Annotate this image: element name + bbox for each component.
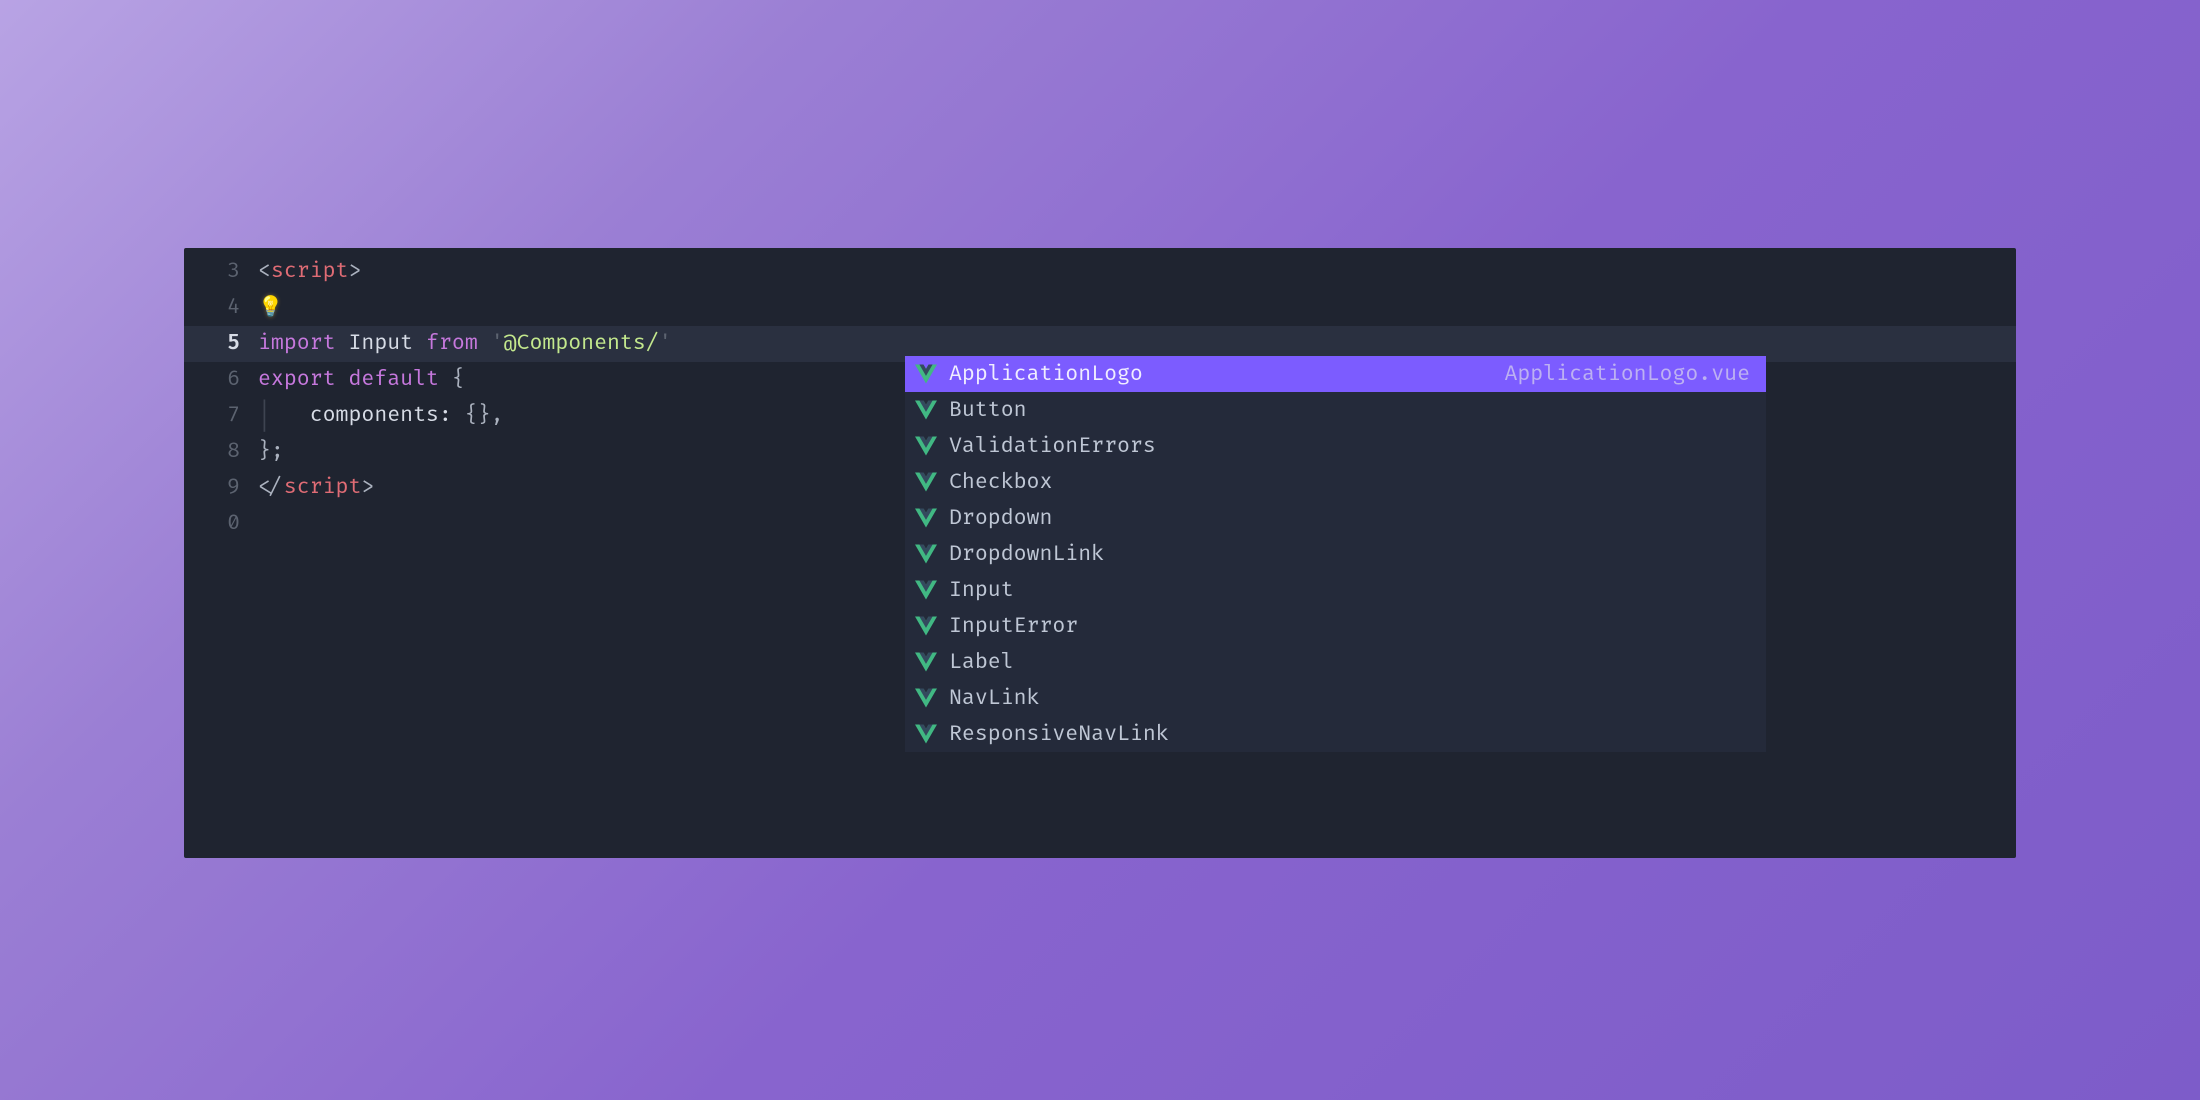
autocomplete-label: ValidationErrors <box>949 434 1156 459</box>
autocomplete-label: Dropdown <box>949 506 1052 531</box>
autocomplete-item[interactable]: Checkbox <box>905 464 1766 500</box>
vue-icon <box>915 435 937 457</box>
vue-icon <box>915 579 937 601</box>
bracket: > <box>361 475 374 500</box>
string-quote: ' <box>491 331 504 356</box>
tag-name: script <box>284 475 362 500</box>
autocomplete-item[interactable]: InputError <box>905 608 1766 644</box>
autocomplete-label: NavLink <box>949 686 1039 711</box>
line-number-gutter: 3 4 5 6 7 8 9 0 <box>184 248 258 858</box>
autocomplete-item[interactable]: Dropdown <box>905 500 1766 536</box>
line-number: 9 <box>184 470 240 506</box>
autocomplete-label: InputError <box>949 614 1078 639</box>
line-number: 3 <box>184 254 240 290</box>
code-line: <script> <box>258 254 2016 290</box>
tag-name: script <box>271 259 349 284</box>
autocomplete-label: DropdownLink <box>949 542 1104 567</box>
braces: {}, <box>465 403 504 428</box>
string: @Components/ <box>504 331 659 356</box>
brace: }; <box>258 439 284 464</box>
autocomplete-label: Input <box>949 578 1014 603</box>
autocomplete-label: ResponsiveNavLink <box>949 722 1169 747</box>
vue-icon <box>915 615 937 637</box>
property: components: <box>310 403 452 428</box>
line-number: 8 <box>184 434 240 470</box>
line-number-active: 5 <box>184 326 240 362</box>
autocomplete-label: Label <box>949 650 1014 675</box>
code-line: 💡 <box>258 290 2016 326</box>
vue-icon <box>915 399 937 421</box>
vue-icon <box>915 687 937 709</box>
autocomplete-item[interactable]: ResponsiveNavLink <box>905 716 1766 752</box>
autocomplete-popup[interactable]: ApplicationLogo ApplicationLogo.vue Button… <box>905 356 1766 752</box>
code-editor[interactable]: 3 4 5 6 7 8 9 0 <script> 💡 import Input … <box>184 248 2016 858</box>
autocomplete-item[interactable]: NavLink <box>905 680 1766 716</box>
line-number: 4 <box>184 290 240 326</box>
line-number: 7 <box>184 398 240 434</box>
autocomplete-item[interactable]: Button <box>905 392 1766 428</box>
keyword: from <box>426 331 478 356</box>
autocomplete-label: Button <box>949 398 1027 423</box>
line-number: 6 <box>184 362 240 398</box>
string-quote: ' <box>659 331 672 356</box>
autocomplete-detail: ApplicationLogo.vue <box>1504 362 1766 387</box>
keyword: import <box>258 331 336 356</box>
bracket: < <box>258 259 271 284</box>
identifier: Input <box>348 331 413 356</box>
autocomplete-item[interactable]: ApplicationLogo ApplicationLogo.vue <box>905 356 1766 392</box>
autocomplete-label: Checkbox <box>949 470 1052 495</box>
autocomplete-item[interactable]: ValidationErrors <box>905 428 1766 464</box>
autocomplete-label: ApplicationLogo <box>949 362 1143 387</box>
autocomplete-item[interactable]: Label <box>905 644 1766 680</box>
vue-icon <box>915 723 937 745</box>
vue-icon <box>915 651 937 673</box>
vue-icon <box>915 471 937 493</box>
indent-guide: │ <box>258 403 310 428</box>
lightbulb-icon[interactable]: 💡 <box>258 290 283 326</box>
keyword: default <box>348 367 438 392</box>
line-number: 0 <box>184 506 240 542</box>
brace: { <box>452 367 465 392</box>
bracket: > <box>348 259 361 284</box>
autocomplete-item[interactable]: DropdownLink <box>905 536 1766 572</box>
bracket: </ <box>258 475 284 500</box>
vue-icon <box>915 507 937 529</box>
vue-icon <box>915 363 937 385</box>
autocomplete-item[interactable]: Input <box>905 572 1766 608</box>
keyword: export <box>258 367 336 392</box>
vue-icon <box>915 543 937 565</box>
